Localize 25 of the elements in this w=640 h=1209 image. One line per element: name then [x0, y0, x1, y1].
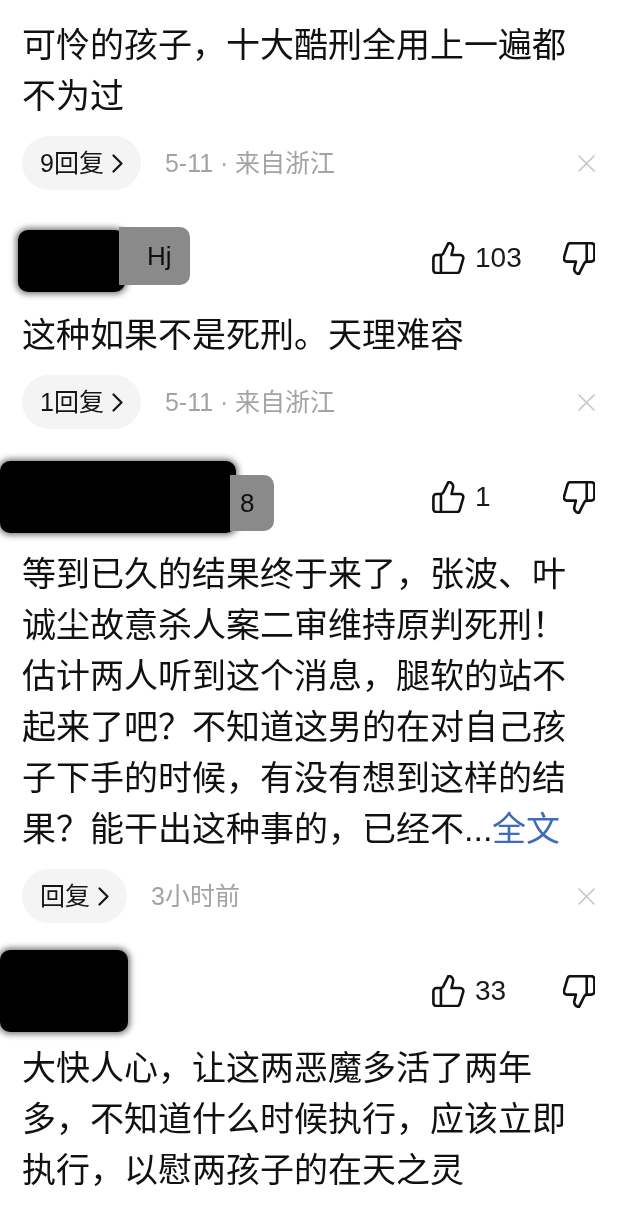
comment-text: 可怜的孩子，十大酷刑全用上一遍都不为过 [22, 25, 567, 117]
comment-text: 这种如果不是死刑。天理难容 [22, 315, 465, 356]
thumbs-up-icon [432, 481, 465, 513]
chevron-right-icon [98, 886, 109, 906]
chevron-right-icon [111, 153, 123, 173]
chevron-right-icon [111, 392, 123, 412]
like-button[interactable]: 33 [432, 975, 563, 1007]
comment-meta: 5-11 · 来自浙江 [164, 150, 336, 176]
like-button[interactable]: 1 [432, 481, 563, 513]
comment-meta: 5-11 · 来自浙江 [164, 389, 336, 415]
replies-button[interactable]: 1回复 [22, 375, 141, 429]
replies-button[interactable]: 回复 [22, 869, 127, 923]
thumbs-up-icon [432, 242, 465, 274]
like-button[interactable]: 103 [432, 242, 563, 274]
comment-text: 等到已久的结果终于来了，张波、叶诚尘故意杀人案二审维持原判死刑！估计两人听到这个消息，腿软的站不起来了吧？不知道这男的在对自己孩子下手的时候，有没有想到这样的结果？能干出这种事的，已经不...全文 [22, 554, 567, 850]
comment-text: 大快人心，让这两恶魔多活了两年多，不知道什么时候执行，应该立即执行，以慰两孩子的在天之灵 [22, 1048, 567, 1191]
username-text: Hj [119, 227, 190, 285]
thumbs-down-icon[interactable] [563, 480, 595, 514]
full-text-link[interactable]: 全文 [492, 810, 561, 848]
thumbs-up-icon [432, 975, 465, 1007]
username-text: 8 [230, 475, 275, 531]
thumbs-down-icon[interactable] [563, 974, 595, 1008]
comment-meta: 3小时前 [151, 883, 240, 909]
replies-button[interactable]: 9回复 [22, 136, 141, 190]
thumbs-down-icon[interactable] [563, 241, 595, 275]
